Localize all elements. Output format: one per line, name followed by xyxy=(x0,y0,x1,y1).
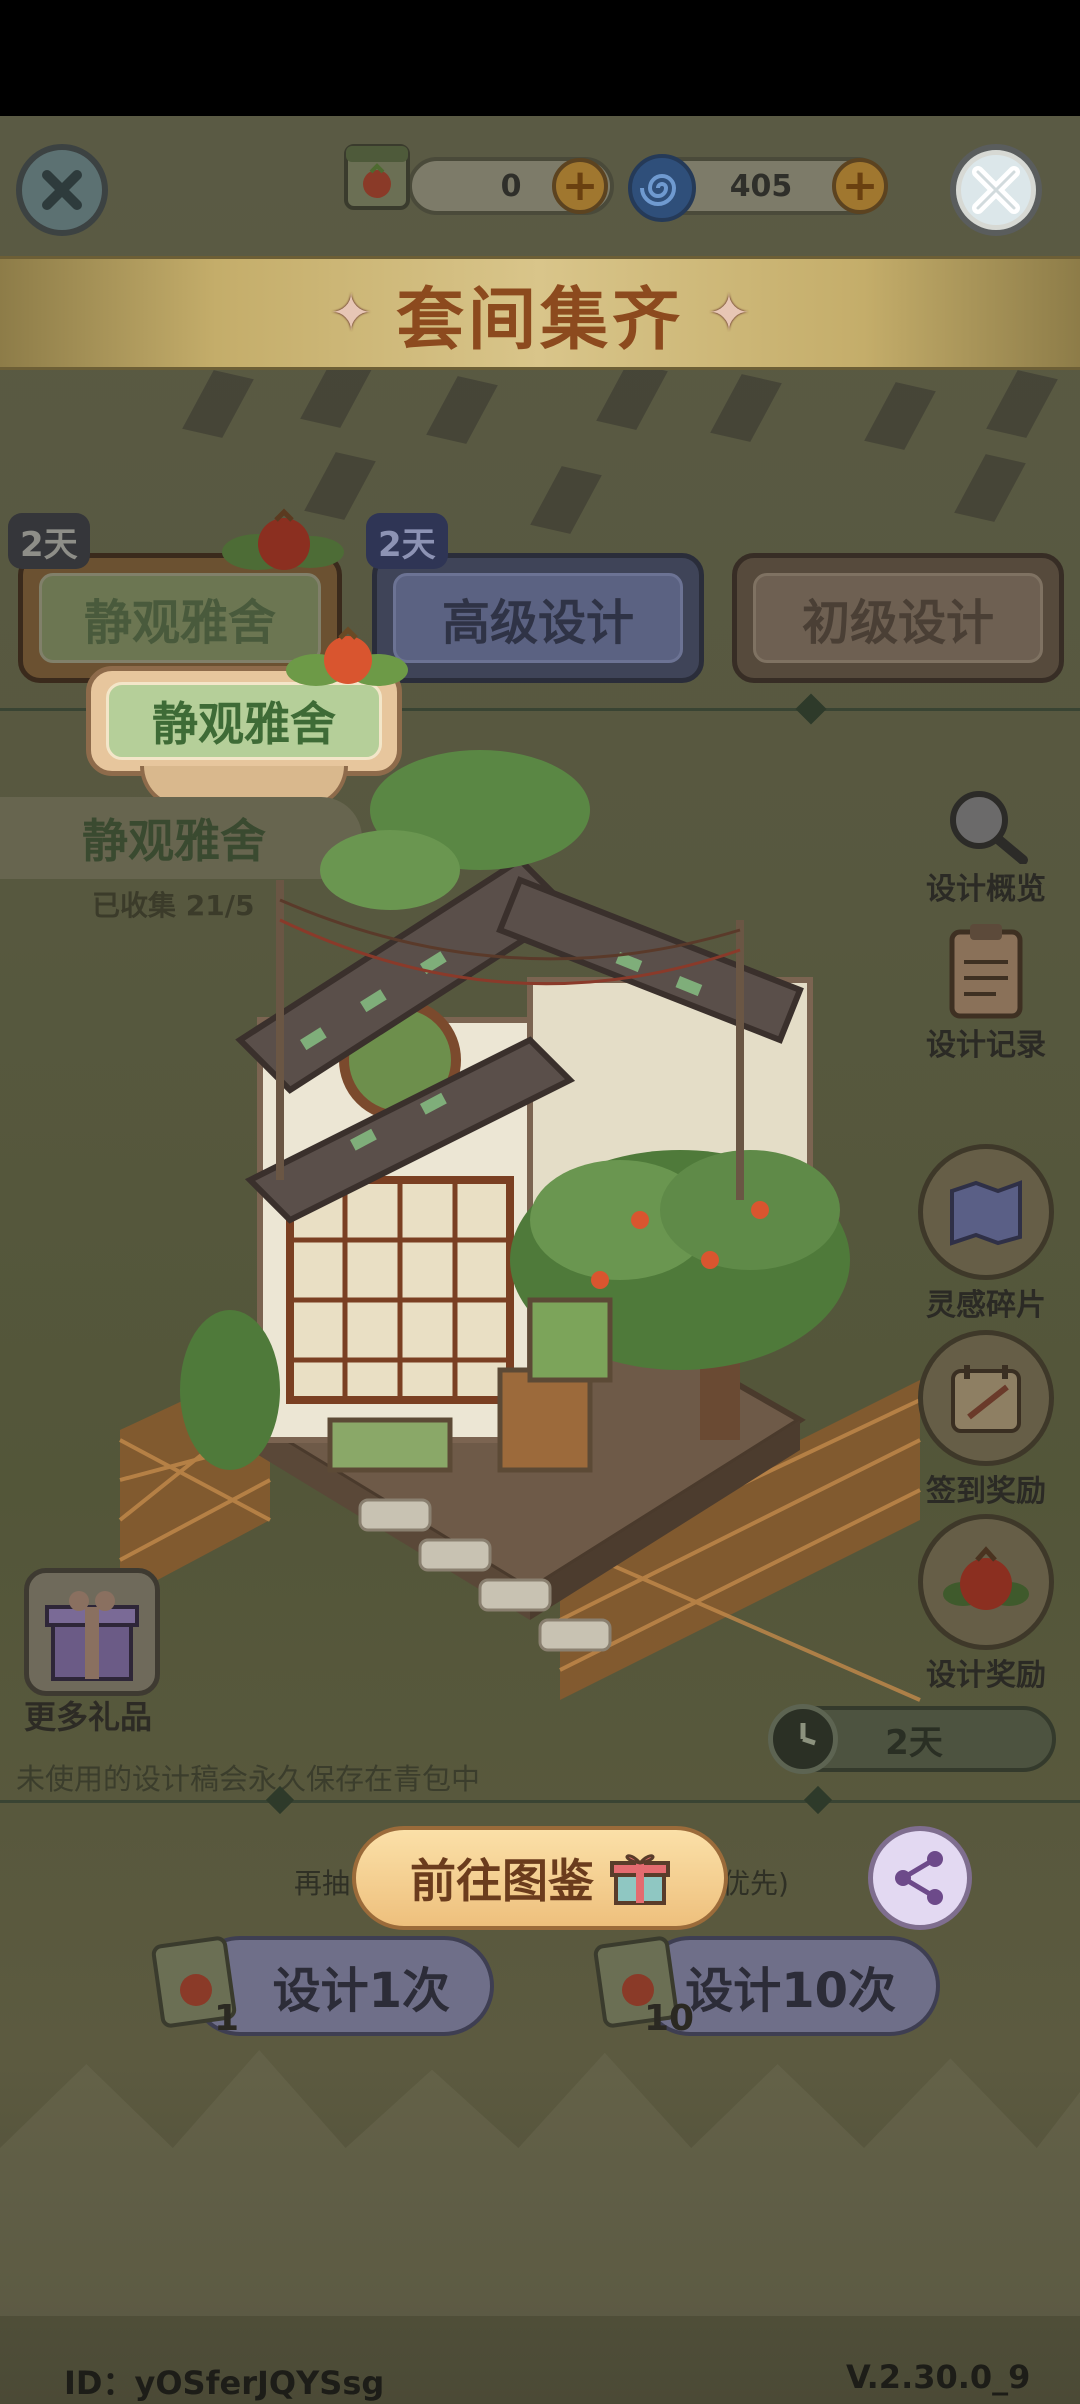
timer-text: 2天 xyxy=(885,1722,943,1763)
seed-count: 0 xyxy=(500,168,522,204)
design-reward-button[interactable]: 设计奖励 xyxy=(918,1514,1054,1694)
more-gifts-button[interactable] xyxy=(24,1568,160,1696)
decor-diamond xyxy=(986,370,1058,438)
decor-diamond xyxy=(426,376,498,444)
design-once-label: 设计1次 xyxy=(272,1963,450,2019)
tab-advanced-design[interactable]: 高级设计 xyxy=(372,553,704,683)
side-label: 设计记录 xyxy=(926,1028,1046,1063)
divider xyxy=(0,1800,1080,1803)
goto-catalog-label: 前往图鉴 xyxy=(410,1854,594,1908)
close-button[interactable] xyxy=(950,144,1042,236)
title-banner: ✦ 套间集齐 ✦ xyxy=(0,256,1080,370)
redraw-hint: 再抽 xyxy=(294,1867,351,1900)
calendar-icon xyxy=(918,1330,1054,1466)
map-icon xyxy=(918,1144,1054,1280)
inspiration-fragments-button[interactable]: 灵感碎片 xyxy=(918,1144,1054,1324)
clipboard-icon xyxy=(949,924,1023,1019)
spiral-icon xyxy=(628,154,696,222)
side-label: 灵感碎片 xyxy=(926,1288,1046,1323)
pomegranate-icon xyxy=(286,626,408,686)
goto-catalog-button[interactable]: 前往图鉴 xyxy=(352,1826,728,1930)
side-label: 设计概览 xyxy=(926,872,1046,907)
decor-diamond xyxy=(864,382,936,450)
redraw-hint: 优先) xyxy=(722,1867,789,1900)
spiral-count: 405 xyxy=(729,168,793,204)
decor-mountains xyxy=(0,2050,1080,2316)
pomegranate-icon xyxy=(222,508,344,570)
decor-diamond xyxy=(530,466,602,534)
clock-icon xyxy=(768,1704,838,1774)
design-ten-cost: 10 xyxy=(644,1998,695,2039)
side-label: 签到奖励 xyxy=(926,1474,1046,1509)
more-gifts-label: 更多礼品 xyxy=(24,1698,153,1736)
decor-diamond xyxy=(710,374,782,442)
app-version: V.2.30.0_9 xyxy=(846,2358,1031,2396)
design-once-cost: 1 xyxy=(214,1998,240,2039)
gift-icon xyxy=(610,1854,670,1905)
seed-packet-icon xyxy=(344,144,410,210)
status-bar xyxy=(0,0,1080,116)
tab-label: 静观雅舍 xyxy=(38,573,322,663)
share-button[interactable] xyxy=(868,1826,972,1930)
design-ten-label: 设计10次 xyxy=(685,1963,896,2019)
save-note: 未使用的设计稿会永久保存在青包中 xyxy=(16,1762,481,1796)
side-label: 设计奖励 xyxy=(926,1658,1046,1693)
close-icon xyxy=(42,170,82,210)
tab-basic-design[interactable]: 初级设计 xyxy=(732,553,1064,683)
design-overview-button[interactable]: 设计概览 xyxy=(926,788,1046,908)
page-title: 套间集齐 xyxy=(395,280,684,360)
close-icon xyxy=(972,166,1020,214)
share-icon xyxy=(895,1851,943,1905)
add-seeds-button[interactable]: + xyxy=(552,158,608,214)
room-illustration xyxy=(118,750,921,1702)
sparkle-icon: ✦ xyxy=(330,284,372,342)
sparkle-icon: ✦ xyxy=(708,284,750,342)
magnifier-icon xyxy=(950,791,1028,864)
decor-diamond xyxy=(596,362,668,430)
decor-diamond xyxy=(300,360,372,428)
tab-days-badge: 2天 xyxy=(8,513,90,569)
design-records-button[interactable]: 设计记录 xyxy=(926,920,1046,1064)
decor-diamond xyxy=(954,454,1026,522)
gift-icon xyxy=(45,1591,139,1681)
tab-days-badge: 2天 xyxy=(366,513,448,569)
decor-diamond xyxy=(182,370,254,438)
user-id: ID：yOSferJQYSsg xyxy=(64,2364,385,2402)
pomegranate-icon xyxy=(918,1514,1054,1650)
tab-label: 初级设计 xyxy=(753,573,1043,663)
tab-label: 高级设计 xyxy=(393,573,683,663)
sign-in-reward-button[interactable]: 签到奖励 xyxy=(918,1330,1054,1510)
close-button-left[interactable] xyxy=(16,144,108,236)
add-spiral-button[interactable]: + xyxy=(832,158,888,214)
